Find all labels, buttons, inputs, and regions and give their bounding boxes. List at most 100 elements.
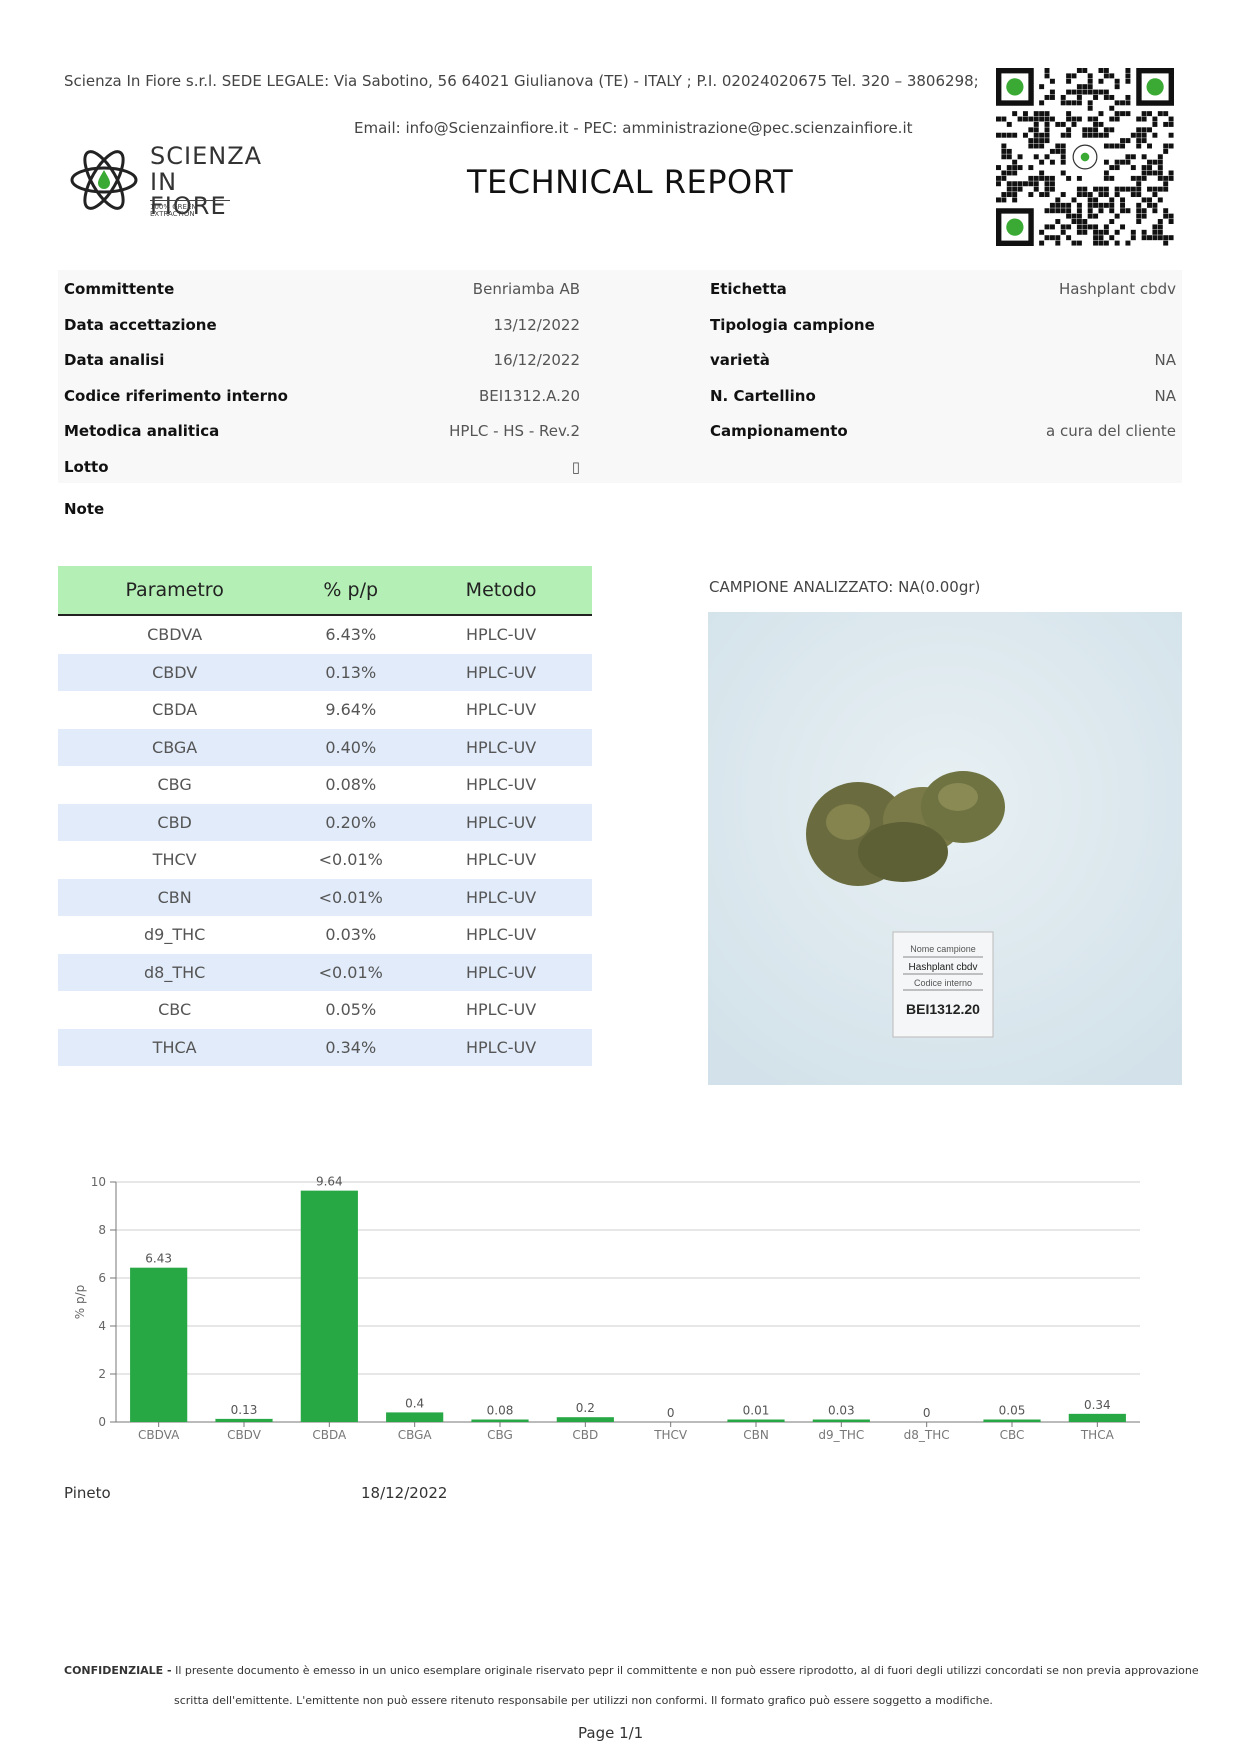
atom-logo-icon: [70, 150, 138, 210]
bar: [556, 1417, 614, 1422]
qr-module: [1103, 186, 1109, 192]
qr-module: [1093, 202, 1099, 208]
cell-parametro: CBG: [157, 775, 192, 795]
qr-module: [1071, 121, 1077, 127]
cell-parametro: THCA: [58, 1028, 292, 1066]
qr-module: [1012, 186, 1018, 192]
qr-module: [1071, 219, 1077, 224]
qr-module: [1033, 127, 1039, 133]
logo-line-1: SCIENZA: [150, 142, 263, 170]
qr-module: [1049, 89, 1055, 95]
y-tick-label: 0: [98, 1415, 106, 1429]
qr-module: [1147, 159, 1152, 165]
qr-module: [1136, 213, 1142, 219]
qr-module: [1033, 132, 1039, 138]
qr-module: [1044, 132, 1050, 138]
header-parametro: Parametro: [58, 566, 292, 616]
qr-module: [1163, 143, 1169, 149]
qr-module: [1028, 175, 1034, 181]
qr-module: [1136, 192, 1142, 198]
qr-module: [1001, 116, 1007, 122]
qr-module: [1066, 235, 1072, 241]
qr-module: [1114, 111, 1120, 117]
qr-module: [1066, 208, 1072, 214]
qr-module: [1120, 186, 1126, 192]
bar-data-label: 6.43: [145, 1252, 172, 1266]
y-tick-label: 6: [98, 1271, 106, 1285]
qr-module: [1141, 116, 1147, 122]
results-table: Parametro % p/p Metodo CBDVA 6.43% HPLC-UV…: [58, 566, 592, 1066]
y-tick-label: 2: [98, 1367, 106, 1381]
qr-module: [1109, 208, 1115, 214]
qr-module: [1103, 192, 1109, 198]
qr-module: [1130, 192, 1136, 198]
qr-module: [1109, 94, 1115, 100]
qr-module: [1006, 181, 1012, 187]
qr-module: [1039, 84, 1045, 90]
qr-module: [1049, 202, 1055, 208]
qr-module: [1147, 202, 1152, 208]
qr-module: [996, 132, 1001, 138]
qr-module: [1001, 192, 1007, 198]
sample-photo-image: Nome campione Hashplant cbdv Codice inte…: [708, 612, 1182, 1085]
cell-metodo: HPLC-UV: [410, 728, 592, 766]
qr-module: [1066, 89, 1072, 95]
qr-module: [1012, 197, 1018, 203]
qr-module: [1087, 208, 1093, 214]
qr-module: [1120, 224, 1126, 230]
qr-module: [1114, 78, 1120, 84]
sample-photo: Nome campione Hashplant cbdv Codice inte…: [708, 612, 1182, 1085]
qr-module: [1152, 229, 1158, 235]
bar-data-label: 0.08: [487, 1404, 514, 1418]
qr-module: [1087, 89, 1093, 95]
qr-module: [1152, 235, 1158, 241]
qr-module: [1109, 127, 1115, 133]
qr-module: [1060, 94, 1066, 100]
qr-module: [1082, 127, 1088, 133]
qr-module: [1098, 192, 1104, 198]
qr-module: [1109, 197, 1115, 203]
qr-module: [1114, 116, 1120, 122]
qr-module: [1076, 208, 1082, 214]
qr-module: [1028, 138, 1034, 144]
qr-module: [1055, 121, 1061, 127]
qr-module: [1012, 111, 1018, 117]
qr-module: [1141, 165, 1147, 171]
qr-module: [1114, 159, 1120, 165]
qr-module: [1125, 138, 1131, 144]
qr-module: [1120, 159, 1126, 165]
qr-module: [1163, 121, 1169, 127]
bar-data-label: 0.03: [828, 1404, 855, 1418]
qr-module: [1044, 181, 1050, 187]
qr-module: [1049, 208, 1055, 214]
qr-module: [1147, 197, 1152, 203]
qr-module: [1076, 186, 1082, 192]
qr-module: [1098, 89, 1104, 95]
qr-module: [1044, 111, 1050, 117]
qr-module: [1039, 175, 1045, 181]
qr-module: [1114, 143, 1120, 149]
info-label: Tipologia campione: [710, 315, 875, 334]
qr-module: [1012, 165, 1018, 171]
qr-module: [1152, 170, 1158, 176]
qr-module: [1017, 186, 1023, 192]
qr-module: [996, 165, 1001, 171]
qr-module: [1114, 192, 1120, 198]
qr-module: [1114, 84, 1120, 90]
qr-module: [1147, 143, 1152, 149]
qr-module: [1141, 175, 1147, 181]
qr-module: [1087, 105, 1093, 111]
qr-module: [1098, 186, 1104, 192]
qr-module: [1125, 73, 1131, 79]
qr-module: [996, 175, 1001, 181]
qr-module: [1060, 148, 1066, 154]
x-tick-label: CBN: [743, 1428, 769, 1442]
qr-module: [1163, 213, 1169, 219]
qr-module: [1087, 73, 1093, 79]
qr-module: [1098, 240, 1104, 246]
bar: [215, 1418, 273, 1422]
info-label: Metodica analitica: [64, 422, 220, 440]
qr-module: [1060, 132, 1066, 138]
cell-parametro: CBGA: [58, 728, 292, 766]
qr-module: [1039, 100, 1045, 106]
